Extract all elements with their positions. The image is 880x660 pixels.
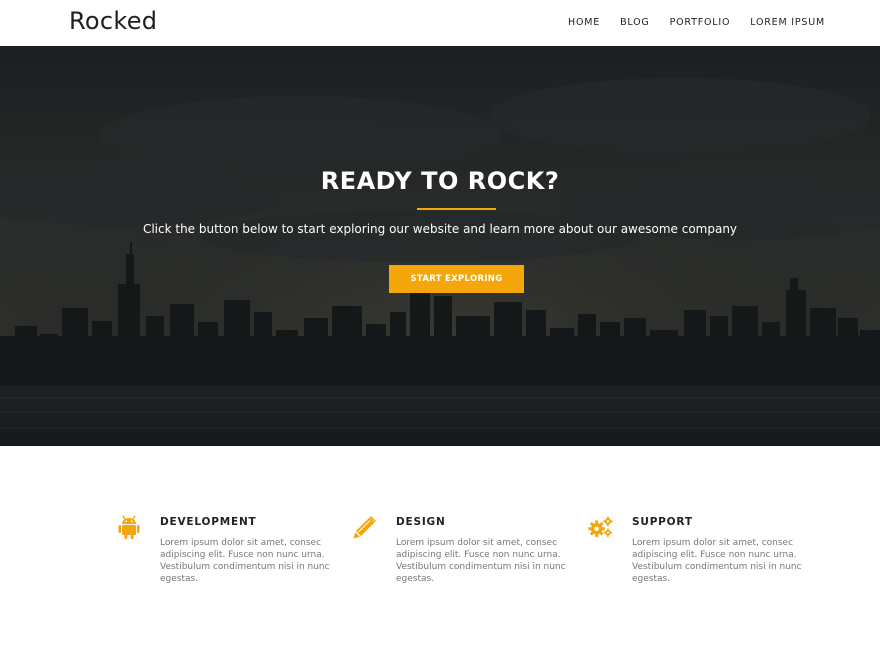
feature-text-support: Lorem ipsum dolor sit amet, consec adipi… [632,538,802,584]
features-section: DEVELOPMENT Lorem ipsum dolor sit amet, … [0,446,880,660]
main-nav: HOME BLOG PORTFOLIO LOREM IPSUM [548,17,825,28]
nav-item-portfolio[interactable]: PORTFOLIO [670,17,731,28]
gears-icon [588,516,613,537]
nav-item-blog[interactable]: BLOG [620,17,650,28]
pencil-icon [353,516,376,539]
hero-subtitle: Click the button below to start explorin… [142,222,738,236]
feature-title-support: SUPPORT [632,516,693,528]
nav-item-home[interactable]: HOME [568,17,600,28]
feature-title-design: DESIGN [396,516,446,528]
start-exploring-button[interactable]: START EXPLORING [389,265,524,293]
feature-title-development: DEVELOPMENT [160,516,257,528]
feature-text-design: Lorem ipsum dolor sit amet, consec adipi… [396,538,566,584]
hero-title: READY TO ROCK? [320,167,560,195]
site-logo[interactable]: Rocked [69,7,157,35]
hero-section: READY TO ROCK? Click the button below to… [0,46,880,446]
nav-item-lorem-ipsum[interactable]: LOREM IPSUM [750,17,825,28]
hero-divider [417,208,496,210]
android-icon [118,515,140,539]
feature-text-development: Lorem ipsum dolor sit amet, consec adipi… [160,538,330,584]
city-skyline-background [0,46,880,446]
site-header: Rocked HOME BLOG PORTFOLIO LOREM IPSUM [0,0,880,46]
